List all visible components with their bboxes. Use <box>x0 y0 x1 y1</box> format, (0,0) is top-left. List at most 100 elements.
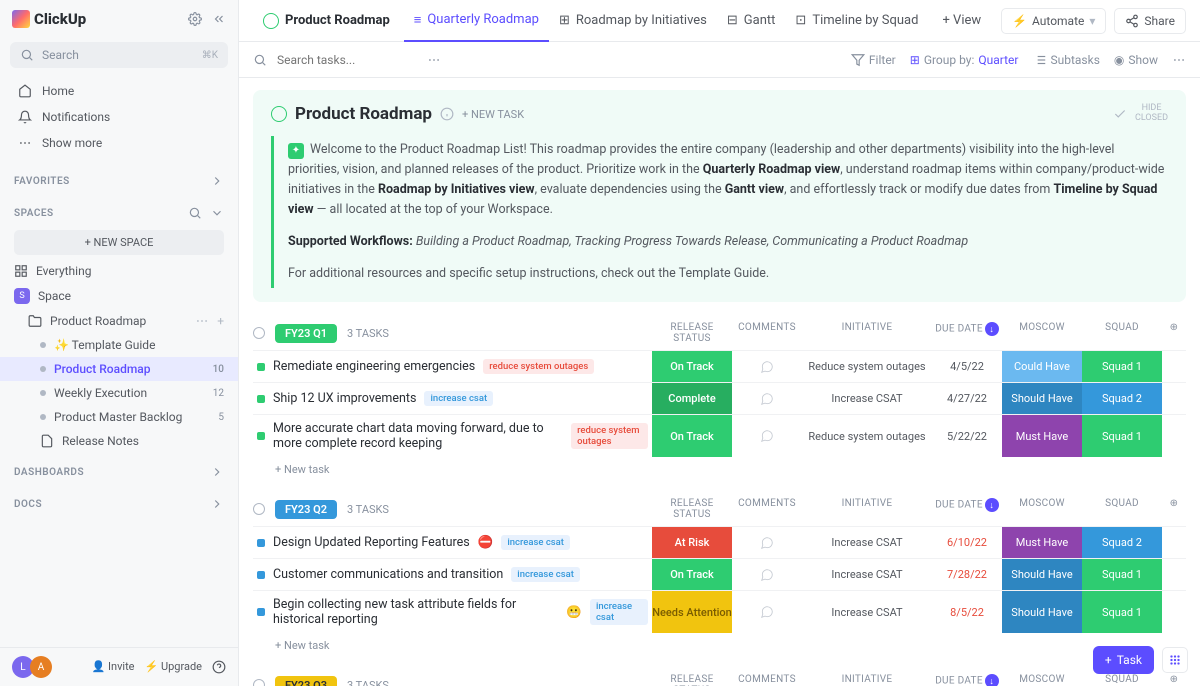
more-options-icon[interactable] <box>427 53 441 67</box>
new-task-row[interactable]: + New task <box>253 457 1186 482</box>
space-tree-item[interactable]: Product Master Backlog5 <box>0 405 238 429</box>
due-date-cell[interactable]: 4/27/22 <box>932 383 1002 414</box>
section-docs[interactable]: DOCS <box>0 485 238 517</box>
task-tag[interactable]: reduce system outages <box>571 423 648 449</box>
collapse-icon[interactable] <box>253 503 265 515</box>
squad-cell[interactable]: Squad 2 <box>1082 383 1162 414</box>
column-header[interactable]: INITIATIVE <box>802 674 932 686</box>
add-column-button[interactable]: ⊕ <box>1162 322 1186 344</box>
column-header[interactable]: MOSCOW <box>1002 322 1082 344</box>
moscow-cell[interactable]: Could Have <box>1002 351 1082 382</box>
column-header[interactable]: INITIATIVE <box>802 498 932 520</box>
space-space[interactable]: SSpace <box>0 283 238 309</box>
squad-cell[interactable]: Squad 1 <box>1082 559 1162 590</box>
column-header[interactable]: MOSCOW <box>1002 674 1082 686</box>
moscow-cell[interactable]: Must Have <box>1002 415 1082 457</box>
column-header[interactable]: INITIATIVE <box>802 322 932 344</box>
subtasks-button[interactable]: Subtasks <box>1033 53 1100 67</box>
squad-cell[interactable]: Squad 1 <box>1082 415 1162 457</box>
settings-icon[interactable] <box>188 12 202 26</box>
moscow-cell[interactable]: Should Have <box>1002 383 1082 414</box>
task-status-square[interactable] <box>257 432 265 440</box>
new-task-fab[interactable]: + Task <box>1093 646 1154 674</box>
comments-cell[interactable] <box>732 351 802 382</box>
section-dashboards[interactable]: DASHBOARDS <box>0 453 238 485</box>
view-tab[interactable]: ⊞Roadmap by Initiatives <box>549 0 717 42</box>
column-header[interactable]: DUE DATE↓ <box>932 498 1002 520</box>
task-tag[interactable]: increase csat <box>424 391 493 406</box>
section-favorites[interactable]: FAVORITES <box>0 162 238 194</box>
view-title[interactable]: Product Roadmap <box>253 0 400 42</box>
task-row[interactable]: Remediate engineering emergencies reduce… <box>253 350 1186 382</box>
view-tab[interactable]: ⊡Timeline by Squad <box>785 0 928 42</box>
add-column-button[interactable]: ⊕ <box>1162 498 1186 520</box>
task-tag[interactable]: increase csat <box>501 535 570 550</box>
task-status-square[interactable] <box>257 608 265 616</box>
group-name[interactable]: FY23 Q3 <box>275 676 337 686</box>
task-status-square[interactable] <box>257 395 265 403</box>
apps-button[interactable] <box>1162 647 1188 673</box>
add-column-button[interactable]: ⊕ <box>1162 674 1186 686</box>
list-status-icon[interactable] <box>271 106 287 122</box>
add-view-button[interactable]: + View <box>932 0 991 42</box>
task-status-square[interactable] <box>257 571 265 579</box>
initiative-cell[interactable]: Increase CSAT <box>802 527 932 558</box>
comments-cell[interactable] <box>732 591 802 633</box>
search-icon[interactable] <box>188 206 202 220</box>
show-button[interactable]: ◉ Show <box>1114 53 1158 67</box>
hide-closed-toggle[interactable]: HIDE CLOSED <box>1135 104 1168 124</box>
task-status-square[interactable] <box>257 539 265 547</box>
due-date-cell[interactable]: 5/22/22 <box>932 415 1002 457</box>
collapse-sidebar-icon[interactable] <box>212 12 226 26</box>
task-row[interactable]: Customer communications and transition i… <box>253 558 1186 590</box>
section-spaces[interactable]: SPACES <box>0 194 238 226</box>
initiative-cell[interactable]: Reduce system outages <box>802 351 932 382</box>
invite-link[interactable]: 👤 Invite <box>92 660 135 674</box>
release-status-cell[interactable]: On Track <box>652 559 732 590</box>
column-header[interactable]: RELEASE STATUS <box>652 674 732 686</box>
space-tree-item[interactable]: Product Roadmap10 <box>0 357 238 381</box>
nav-home[interactable]: Home <box>0 78 238 104</box>
space-tree-item[interactable]: Release Notes <box>0 429 238 453</box>
column-header[interactable]: RELEASE STATUS <box>652 498 732 520</box>
collapse-icon[interactable] <box>253 327 265 339</box>
column-header[interactable]: RELEASE STATUS <box>652 322 732 344</box>
column-header[interactable]: MOSCOW <box>1002 498 1082 520</box>
space-tree-item[interactable]: ✨ Template Guide <box>0 333 238 357</box>
due-date-cell[interactable]: 7/28/22 <box>932 559 1002 590</box>
initiative-cell[interactable]: Increase CSAT <box>802 591 932 633</box>
release-status-cell[interactable]: Needs Attention <box>652 591 732 633</box>
task-row[interactable]: Ship 12 UX improvements increase csatCom… <box>253 382 1186 414</box>
column-header[interactable]: DUE DATE↓ <box>932 322 1002 344</box>
moscow-cell[interactable]: Should Have <box>1002 559 1082 590</box>
column-header[interactable]: COMMENTS <box>732 674 802 686</box>
nav-show-more[interactable]: Show more <box>0 130 238 156</box>
moscow-cell[interactable]: Must Have <box>1002 527 1082 558</box>
more-icon[interactable] <box>195 314 209 328</box>
squad-cell[interactable]: Squad 1 <box>1082 591 1162 633</box>
collapse-icon[interactable] <box>253 679 265 686</box>
user-avatar[interactable]: A <box>30 656 52 678</box>
group-by-button[interactable]: ⊞ Group by: Quarter <box>910 53 1019 67</box>
comments-cell[interactable] <box>732 383 802 414</box>
column-header[interactable]: SQUAD <box>1082 498 1162 520</box>
app-logo[interactable]: ClickUp <box>12 10 86 28</box>
more-icon[interactable] <box>1172 53 1186 67</box>
comments-cell[interactable] <box>732 527 802 558</box>
info-icon[interactable] <box>440 107 454 121</box>
task-search-input[interactable] <box>277 53 417 67</box>
nav-notifications[interactable]: Notifications <box>0 104 238 130</box>
check-icon[interactable] <box>1113 107 1127 121</box>
new-space-button[interactable]: + NEW SPACE <box>14 230 224 255</box>
release-status-cell[interactable]: Complete <box>652 383 732 414</box>
column-header[interactable]: SQUAD <box>1082 674 1162 686</box>
column-header[interactable]: DUE DATE↓ <box>932 674 1002 686</box>
task-tag[interactable]: increase csat <box>590 599 648 625</box>
comments-cell[interactable] <box>732 415 802 457</box>
upgrade-link[interactable]: ⚡ Upgrade <box>145 660 202 674</box>
release-status-cell[interactable]: On Track <box>652 351 732 382</box>
due-date-cell[interactable]: 8/5/22 <box>932 591 1002 633</box>
help-icon[interactable] <box>212 660 226 674</box>
space-tree-item[interactable]: Weekly Execution12 <box>0 381 238 405</box>
comments-cell[interactable] <box>732 559 802 590</box>
